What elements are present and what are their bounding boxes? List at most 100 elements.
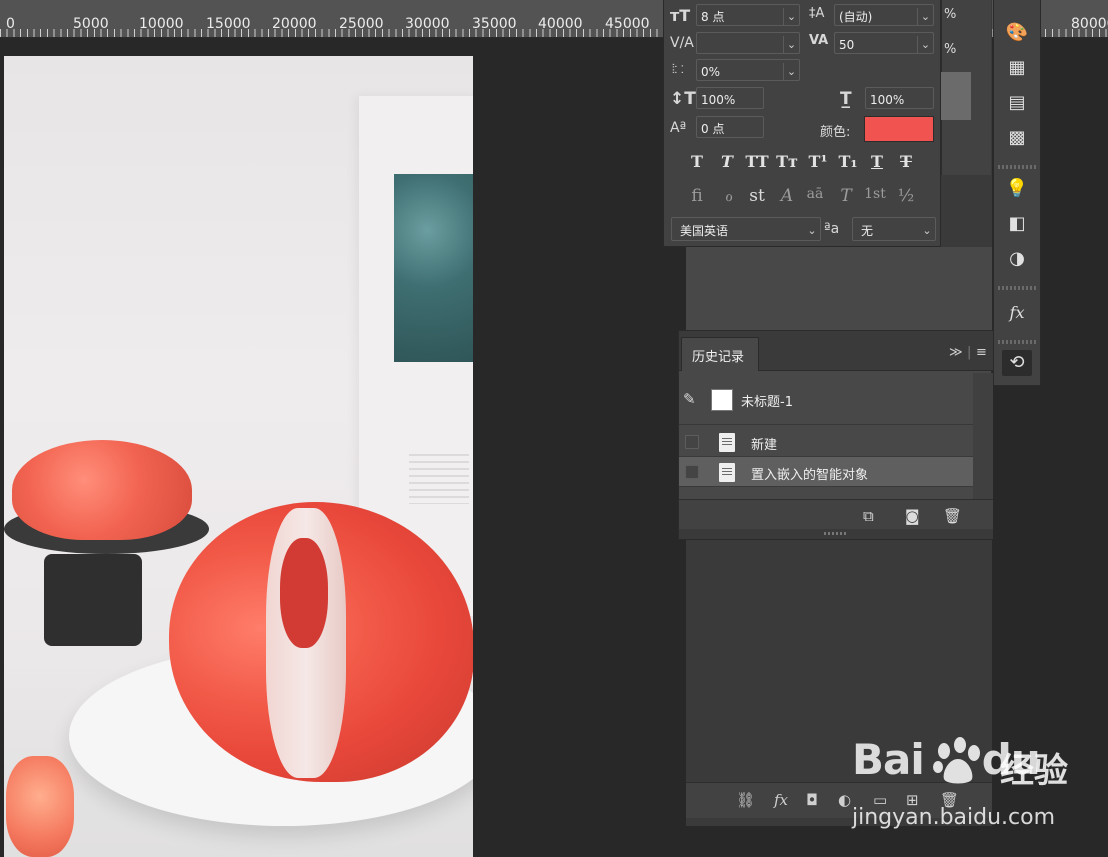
history-scrollbar[interactable] bbox=[973, 373, 993, 499]
ruler-label-5000: 5000 bbox=[73, 16, 109, 32]
baseline-shift-field[interactable]: 0 点 bbox=[696, 116, 764, 138]
group-folder-icon[interactable]: ▭ bbox=[873, 791, 887, 809]
fx-icon[interactable]: fx bbox=[774, 791, 788, 809]
new-document-from-state-icon[interactable]: ⧉ bbox=[863, 507, 874, 525]
titling-alternates-button[interactable]: T bbox=[833, 186, 859, 206]
trash-icon[interactable]: 🗑 bbox=[943, 507, 962, 525]
history-brush-checkbox[interactable] bbox=[685, 465, 699, 479]
faux-bold-button[interactable]: T bbox=[684, 152, 710, 171]
kerning-field[interactable]: ⌄ bbox=[696, 32, 800, 54]
photo-book-text bbox=[409, 454, 469, 504]
old-style-button[interactable]: ℴ bbox=[716, 186, 742, 206]
opacity-percent: % bbox=[944, 7, 957, 22]
panel-divider: | bbox=[967, 345, 972, 360]
ruler-label-20000: 20000 bbox=[272, 16, 317, 32]
faux-italic-button[interactable]: T bbox=[714, 152, 740, 171]
chevron-down-icon[interactable]: ⌄ bbox=[919, 221, 935, 240]
stylistic-alternates-button[interactable]: aā bbox=[802, 186, 828, 202]
discretionary-ligatures-button[interactable]: st bbox=[744, 186, 770, 206]
underline-button[interactable]: T bbox=[864, 152, 890, 171]
vertical-scale-field[interactable]: 100% bbox=[696, 87, 764, 109]
chevron-down-icon[interactable]: ⌄ bbox=[783, 36, 799, 53]
photo-bowl-stem bbox=[44, 554, 142, 646]
chevron-down-icon[interactable]: ⌄ bbox=[917, 8, 933, 25]
history-snapshot[interactable]: ✎ 未标题-1 bbox=[679, 373, 973, 425]
strikethrough-button[interactable]: T bbox=[893, 152, 919, 171]
fractions-button[interactable]: ½ bbox=[893, 186, 919, 206]
baseline-shift-icon: Aª bbox=[670, 120, 687, 136]
chevron-down-icon[interactable]: ⌄ bbox=[783, 8, 799, 25]
font-size-field[interactable]: 8 点 ⌄ bbox=[696, 4, 800, 26]
subscript-button[interactable]: T₁ bbox=[835, 152, 861, 171]
fill-percent: % bbox=[944, 42, 957, 57]
photo-grapefruit-segment bbox=[280, 538, 328, 648]
ruler-label-25000: 25000 bbox=[339, 16, 384, 32]
tsume-field[interactable]: 0% ⌄ bbox=[696, 59, 800, 81]
leading-icon: ‡A bbox=[809, 6, 825, 21]
chevron-down-icon[interactable]: ⌄ bbox=[917, 36, 933, 53]
vertical-scale-icon: ↕T bbox=[670, 89, 696, 109]
history-state-new[interactable]: 新建 bbox=[679, 427, 973, 457]
ruler-label-45000: 45000 bbox=[605, 16, 650, 32]
patterns-icon[interactable]: ▩ bbox=[1002, 125, 1032, 151]
photo-small-fruit bbox=[6, 756, 74, 857]
ordinals-button[interactable]: 1st bbox=[862, 186, 888, 202]
ligatures-button[interactable]: ﬁ bbox=[684, 186, 710, 206]
new-layer-icon[interactable]: ⊞ bbox=[906, 791, 919, 809]
panel-collapse-icon[interactable]: ≫ bbox=[949, 345, 963, 360]
language-select[interactable]: 美国英语 ⌄ bbox=[671, 217, 821, 241]
history-state-place-embedded[interactable]: 置入嵌入的智能对象 bbox=[679, 457, 973, 487]
text-color-swatch[interactable] bbox=[864, 116, 934, 142]
swash-button[interactable]: A bbox=[774, 186, 800, 206]
language-value: 美国英语 bbox=[680, 223, 729, 238]
document-canvas[interactable] bbox=[4, 56, 473, 857]
snapshot-label: 未标题-1 bbox=[741, 395, 793, 410]
layer-mask-icon[interactable]: ◘ bbox=[806, 791, 818, 809]
adjustments-icon[interactable]: ◑ bbox=[1002, 246, 1032, 272]
superscript-button[interactable]: T¹ bbox=[805, 152, 831, 171]
table-grid-icon[interactable]: ▦ bbox=[1002, 55, 1032, 81]
gradients-icon[interactable]: ▤ bbox=[1002, 90, 1032, 116]
panel-menu-icon[interactable]: ≡ bbox=[976, 345, 987, 360]
leading-field[interactable]: (自动) ⌄ bbox=[834, 4, 934, 26]
ruler-label-80000: 80000 bbox=[1071, 16, 1108, 32]
layers-resize-grip[interactable] bbox=[686, 818, 992, 826]
tsume-icon: ⦙⸬ bbox=[672, 62, 684, 77]
history-resize-grip[interactable] bbox=[679, 529, 993, 539]
tracking-field[interactable]: 50 ⌄ bbox=[834, 32, 934, 54]
chevron-down-icon[interactable]: ⌄ bbox=[804, 221, 820, 240]
history-header: 历史记录 ≫ | ≡ bbox=[679, 331, 993, 371]
antialias-select[interactable]: 无 ⌄ bbox=[852, 217, 936, 241]
vertical-scale-value: 100% bbox=[701, 92, 736, 107]
horizontal-scale-field[interactable]: 100% bbox=[865, 87, 934, 109]
history-footer: ⧉ ◙ 🗑 bbox=[679, 499, 993, 529]
camera-icon[interactable]: ◙ bbox=[905, 507, 920, 525]
adjustment-layer-icon[interactable]: ◐ bbox=[838, 791, 851, 809]
tsume-value: 0% bbox=[701, 64, 721, 79]
antialias-value: 无 bbox=[861, 223, 874, 238]
font-size-value: 8 点 bbox=[701, 9, 725, 24]
swatches-palette-icon[interactable]: 🎨 bbox=[1002, 20, 1032, 46]
styles-fx-icon[interactable]: fx bbox=[1002, 300, 1032, 326]
history-brush-checkbox[interactable] bbox=[685, 435, 699, 449]
horizontal-scale-icon: T̲ bbox=[840, 89, 852, 109]
ruler-label-15000: 15000 bbox=[206, 16, 251, 32]
history-state-label: 新建 bbox=[751, 438, 778, 453]
document-icon bbox=[719, 463, 735, 482]
tab-history[interactable]: 历史记录 bbox=[681, 337, 759, 371]
baseline-shift-value: 0 点 bbox=[701, 121, 725, 136]
antialias-icon: ªa bbox=[824, 221, 840, 237]
delete-layer-icon[interactable]: 🗑 bbox=[940, 791, 959, 809]
ruler-label-30000: 30000 bbox=[405, 16, 450, 32]
history-icon[interactable]: ⟲ bbox=[1002, 350, 1032, 376]
libraries-icon[interactable]: ◧ bbox=[1002, 211, 1032, 237]
lightbulb-icon[interactable]: 💡 bbox=[1002, 176, 1032, 202]
horizontal-scale-value: 100% bbox=[870, 92, 905, 107]
chevron-down-icon[interactable]: ⌄ bbox=[783, 63, 799, 80]
small-caps-button[interactable]: Tт bbox=[774, 152, 800, 171]
history-brush-source-icon[interactable]: ✎ bbox=[683, 391, 696, 407]
dock-separator bbox=[998, 286, 1036, 290]
all-caps-button[interactable]: TT bbox=[744, 152, 770, 171]
link-layers-icon[interactable]: ⛓ bbox=[736, 791, 755, 809]
layers-footer: ⛓ fx ◘ ◐ ▭ ⊞ 🗑 bbox=[686, 782, 992, 818]
